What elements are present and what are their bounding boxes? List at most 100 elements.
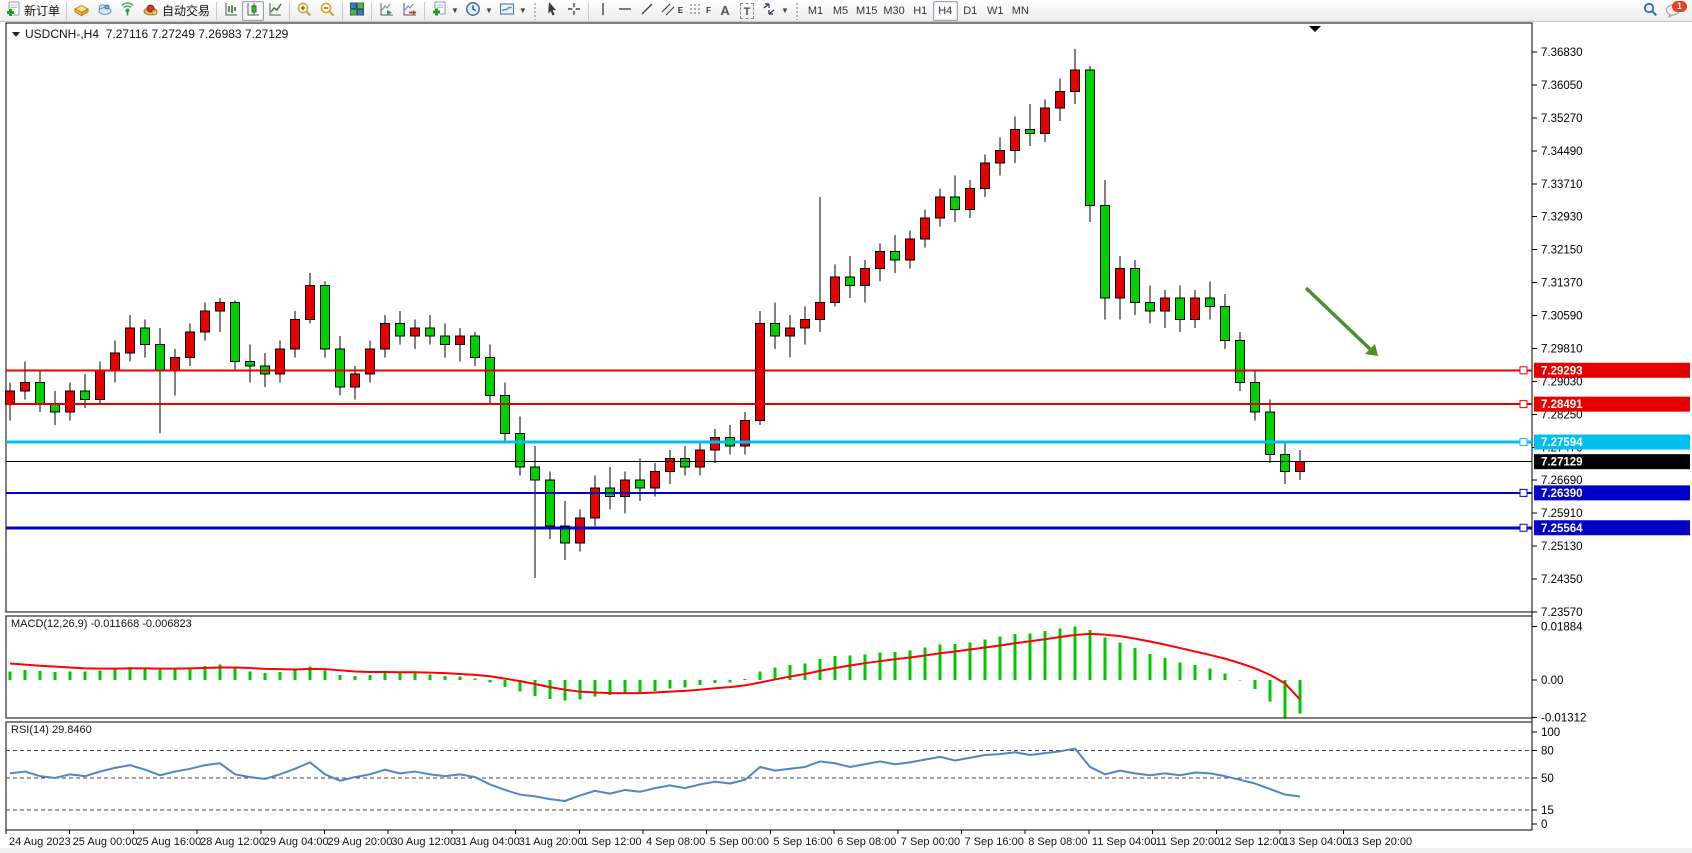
time-axis-label: 7 Sep 16:00 — [965, 836, 1024, 848]
timeframe-button-M5[interactable]: M5 — [828, 1, 853, 21]
price-axis-label: 7.31370 — [1541, 278, 1583, 290]
symbol-quotes: 7.27116 7.27249 7.26983 7.27129 — [106, 27, 289, 41]
price-axis-label: 7.30590 — [1541, 311, 1583, 323]
separator — [588, 2, 589, 20]
indicators-icon — [431, 1, 447, 20]
chevron-down-icon: ▼ — [781, 6, 789, 15]
candle-body — [336, 349, 345, 387]
timeframe-button-H1[interactable]: H1 — [908, 1, 933, 21]
zoom-in-button[interactable] — [293, 1, 316, 21]
price-axis-label: 7.23570 — [1541, 607, 1583, 619]
price-tag-label: 7.25564 — [1541, 523, 1583, 535]
candle-body — [441, 336, 450, 344]
candle-body — [1146, 302, 1155, 310]
candle-body — [351, 374, 360, 387]
candle-body — [786, 328, 795, 336]
periods-button[interactable]: ▼ — [462, 1, 496, 21]
timeframe-button-M30[interactable]: M30 — [880, 1, 907, 21]
level-line-handle[interactable] — [1520, 401, 1527, 408]
macd-axis-label: 0.00 — [1541, 675, 1563, 687]
timeframe-button-H4[interactable]: H4 — [933, 1, 958, 21]
timeframe-button-W1[interactable]: W1 — [983, 1, 1008, 21]
price-axis-label: 7.36830 — [1541, 47, 1583, 59]
candle-body — [1086, 70, 1095, 205]
timeframe-button-D1[interactable]: D1 — [958, 1, 983, 21]
level-line-handle[interactable] — [1520, 367, 1527, 374]
tile-windows-button[interactable] — [346, 1, 368, 21]
crosshair-icon — [566, 1, 582, 20]
candle-body — [321, 286, 330, 349]
price-axis-label: 7.32150 — [1541, 245, 1583, 257]
fibonacci-glyph: F — [706, 6, 711, 15]
chart-canvas[interactable]: 7.368307.360507.352707.344907.337107.329… — [0, 0, 1692, 853]
level-line-handle[interactable] — [1520, 439, 1527, 446]
search-icon — [1642, 1, 1659, 21]
text-button[interactable]: A — [714, 1, 736, 21]
time-axis-label: 24 Aug 2023 — [9, 836, 71, 848]
separator — [66, 2, 67, 20]
line-chart-button[interactable] — [264, 1, 286, 21]
channel-button[interactable]: E — [658, 1, 686, 21]
symbol-dropdown-icon[interactable] — [12, 32, 20, 37]
toolbar-drag-handle[interactable] — [533, 2, 538, 20]
candle-body — [816, 302, 825, 319]
signals-button[interactable] — [116, 1, 139, 21]
candle-body — [1251, 383, 1260, 413]
candle-body — [1191, 298, 1200, 319]
price-axis-label: 7.24350 — [1541, 574, 1583, 586]
candle-chart-button[interactable] — [242, 1, 264, 21]
level-line-handle[interactable] — [1520, 524, 1527, 531]
price-axis-label: 7.32930 — [1541, 212, 1583, 224]
timeframe-button-M15[interactable]: M15 — [853, 1, 880, 21]
timeframe-button-M1[interactable]: M1 — [803, 1, 828, 21]
price-axis-label: 7.34490 — [1541, 146, 1583, 158]
rsi-axis-label: 80 — [1541, 745, 1554, 757]
shapes-button[interactable]: ▼ — [758, 1, 792, 21]
text-icon: A — [720, 3, 729, 18]
crosshair-button[interactable] — [563, 1, 585, 21]
candle-body — [186, 332, 195, 357]
bar-chart-button[interactable] — [220, 1, 242, 21]
time-axis-label: 6 Sep 08:00 — [837, 836, 896, 848]
candle-body — [921, 218, 930, 239]
new-order-button[interactable]: 新订单 — [2, 1, 63, 21]
cursor-icon — [545, 1, 559, 20]
rsi-label: RSI(14) 29.8460 — [11, 724, 92, 736]
zoom-out-button[interactable] — [316, 1, 339, 21]
candle-body — [861, 269, 870, 286]
vertical-line-button[interactable] — [592, 1, 614, 21]
symbol-name: USDCNH-,H4 — [25, 27, 99, 41]
timeframe-button-MN[interactable]: MN — [1008, 1, 1033, 21]
time-axis-label: 28 Aug 12:00 — [200, 836, 265, 848]
notifications-button[interactable]: 1 — [1662, 1, 1686, 21]
macd-label: MACD(12,26,9) -0.011668 -0.006823 — [11, 618, 192, 630]
separator — [289, 2, 290, 20]
cursor-button[interactable] — [541, 1, 563, 21]
candle-body — [936, 197, 945, 218]
price-tag-label: 7.27129 — [1541, 457, 1583, 469]
candle-body — [981, 163, 990, 188]
price-axis-label: 7.36050 — [1541, 80, 1583, 92]
autotrading-button[interactable]: 自动交易 — [139, 1, 213, 21]
chart-shift-button[interactable] — [398, 1, 421, 21]
auto-scroll-button[interactable] — [375, 1, 398, 21]
search-button[interactable] — [1639, 1, 1662, 21]
market-button[interactable] — [70, 1, 93, 21]
candle-body — [846, 277, 855, 285]
horizontal-line-icon — [617, 1, 633, 20]
level-line-handle[interactable] — [1520, 489, 1527, 496]
candle-body — [66, 391, 75, 412]
label-button[interactable]: T — [736, 1, 758, 21]
toolbar-drag-handle[interactable] — [795, 2, 800, 20]
fibonacci-button[interactable]: F — [686, 1, 714, 21]
indicators-button[interactable]: ▼ — [428, 1, 462, 21]
trendline-button[interactable] — [636, 1, 658, 21]
time-axis-label: 25 Aug 00:00 — [73, 836, 138, 848]
time-axis-label: 4 Sep 08:00 — [646, 836, 705, 848]
horizontal-line-button[interactable] — [614, 1, 636, 21]
price-axis-label: 7.33710 — [1541, 179, 1583, 191]
templates-button[interactable]: ▼ — [496, 1, 530, 21]
candle-body — [996, 150, 1005, 163]
community-button[interactable] — [93, 1, 116, 21]
candle-body — [21, 383, 30, 391]
